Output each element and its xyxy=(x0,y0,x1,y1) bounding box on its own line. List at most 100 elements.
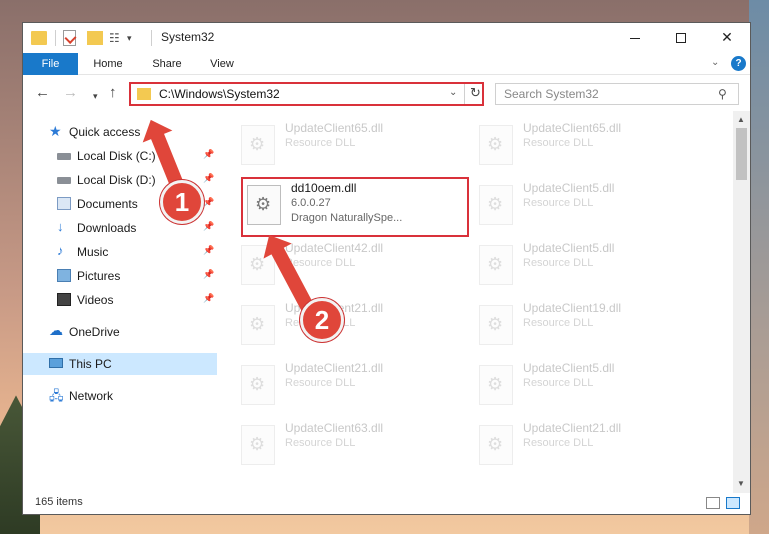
sidebar-item-label: This PC xyxy=(69,357,112,371)
dll-file-icon xyxy=(247,185,281,225)
drive-icon xyxy=(57,177,71,184)
recent-locations-icon[interactable]: ▾ xyxy=(93,87,98,105)
maximize-button[interactable] xyxy=(658,23,704,51)
chevron-down-icon[interactable]: ▾ xyxy=(127,30,132,48)
pin-icon[interactable]: 📌 xyxy=(203,245,214,256)
sidebar-item-label: Downloads xyxy=(77,221,137,235)
pin-icon[interactable]: 📌 xyxy=(203,221,214,232)
drive-icon xyxy=(57,153,71,160)
network-icon: 🖧 xyxy=(49,388,64,403)
forward-arrow-icon[interactable]: → xyxy=(63,84,78,102)
file-name: UpdateClient65.dll xyxy=(285,121,384,135)
scroll-up-icon[interactable]: ▲ xyxy=(737,115,745,124)
onedrive-icon: ☁ xyxy=(49,322,63,338)
help-icon[interactable]: ? xyxy=(731,56,746,71)
file-description: Dragon NaturallySpe... xyxy=(291,212,403,224)
sidebar-item-label: Music xyxy=(77,245,109,259)
sidebar-item-videos[interactable]: Videos 📌 xyxy=(23,289,217,311)
toolbar-separator xyxy=(151,30,152,46)
pin-icon[interactable]: 📌 xyxy=(203,269,214,280)
file-name: UpdateClient5.dll xyxy=(523,241,615,255)
search-box[interactable]: Search System32 ⚲ xyxy=(495,83,739,105)
file-name: UpdateClient21.dll xyxy=(285,361,384,375)
file-item[interactable]: UpdateClient65.dll Resource DLL xyxy=(237,119,467,173)
file-version: 6.0.0.27 xyxy=(291,197,331,209)
file-explorer-window: ☷ ▾ System32 ✕ File Home Share View ⌄ ? … xyxy=(22,22,751,515)
dll-file-icon xyxy=(479,125,513,165)
close-icon: ✕ xyxy=(721,29,733,45)
annotation-step-2: 2 xyxy=(300,298,344,342)
sidebar-item-label: Videos xyxy=(77,293,114,307)
title-bar: ☷ ▾ System32 ✕ xyxy=(23,23,750,53)
ribbon-tabs: File Home Share View ⌄ ? xyxy=(23,53,750,75)
scroll-thumb[interactable] xyxy=(736,128,747,180)
file-type: Resource DLL xyxy=(285,437,356,449)
dll-file-icon xyxy=(479,245,513,285)
sidebar-item-quick-access[interactable]: ★ Quick access xyxy=(23,121,217,143)
file-list: UpdateClient65.dll Resource DLL dd10oem.… xyxy=(217,111,733,493)
file-item[interactable]: UpdateClient21.dll Resource DLL xyxy=(475,419,705,473)
pin-icon[interactable]: 📌 xyxy=(203,149,214,160)
file-item[interactable]: UpdateClient5.dll Resource DLL xyxy=(475,239,705,293)
minimize-button[interactable] xyxy=(612,23,658,51)
file-item[interactable]: UpdateClient21.dll Resource DLL xyxy=(237,359,467,413)
file-name: UpdateClient65.dll xyxy=(523,121,622,135)
maximize-icon xyxy=(676,33,686,44)
file-type: Resource DLL xyxy=(285,137,356,149)
vertical-scrollbar[interactable]: ▲ ▼ xyxy=(733,111,750,493)
new-folder-icon[interactable] xyxy=(87,31,103,45)
file-name: UpdateClient19.dll xyxy=(523,301,622,315)
up-arrow-icon[interactable]: ↑ xyxy=(109,84,117,102)
status-bar: 165 items xyxy=(23,493,750,514)
sidebar-item-this-pc[interactable]: This PC xyxy=(23,353,217,375)
dll-file-icon xyxy=(479,365,513,405)
file-item[interactable]: UpdateClient65.dll Resource DLL xyxy=(475,119,705,173)
pin-icon[interactable]: 📌 xyxy=(203,197,214,208)
scroll-down-icon[interactable]: ▼ xyxy=(737,479,745,488)
dll-file-icon xyxy=(241,425,275,465)
download-icon: ↓ xyxy=(57,219,64,234)
large-icons-view-icon[interactable] xyxy=(726,497,740,509)
search-input[interactable]: Search System32 xyxy=(504,87,599,101)
file-type: Resource DLL xyxy=(523,437,594,449)
sidebar-item-onedrive[interactable]: ☁ OneDrive xyxy=(23,321,217,343)
sidebar-item-label: Local Disk (C:) xyxy=(77,149,156,163)
file-item[interactable]: UpdateClient5.dll Resource DLL xyxy=(475,359,705,413)
sidebar-item-pictures[interactable]: Pictures 📌 xyxy=(23,265,217,287)
background-edge xyxy=(749,0,769,534)
tab-file[interactable]: File xyxy=(23,53,78,75)
file-item-dd10oem[interactable]: dd10oem.dll 6.0.0.27 Dragon NaturallySpe… xyxy=(241,177,469,237)
tab-home[interactable]: Home xyxy=(83,53,133,75)
address-bar[interactable]: C:\Windows\System32 ⌄ ↻ xyxy=(129,82,484,106)
view-options-icon[interactable]: ☷ xyxy=(109,31,123,45)
address-dropdown-icon[interactable]: ⌄ xyxy=(449,87,457,98)
file-item[interactable]: UpdateClient5.dll Resource DLL xyxy=(475,179,705,233)
file-item[interactable]: UpdateClient19.dll Resource DLL xyxy=(475,299,705,353)
dll-file-icon xyxy=(241,305,275,345)
sidebar-item-label: Local Disk (D:) xyxy=(77,173,156,187)
details-view-icon[interactable] xyxy=(706,497,720,509)
file-item[interactable]: UpdateClient21.dll Resource DLL xyxy=(237,299,467,353)
address-path[interactable]: C:\Windows\System32 xyxy=(159,87,280,101)
sidebar-item-music[interactable]: ♪ Music 📌 xyxy=(23,241,217,263)
file-item[interactable]: UpdateClient63.dll Resource DLL xyxy=(237,419,467,473)
sidebar-item-label: Network xyxy=(69,389,114,403)
expand-ribbon-icon[interactable]: ⌄ xyxy=(711,57,719,68)
folder-icon xyxy=(31,31,47,45)
sidebar-item-label: OneDrive xyxy=(69,325,120,339)
tab-view[interactable]: View xyxy=(199,53,245,75)
sidebar-item-network[interactable]: 🖧 Network xyxy=(23,385,217,407)
address-separator xyxy=(464,84,465,104)
star-icon: ★ xyxy=(49,123,62,139)
sidebar-item-local-disk-c[interactable]: Local Disk (C:) 📌 xyxy=(23,145,217,167)
pin-icon[interactable]: 📌 xyxy=(203,173,214,184)
back-arrow-icon[interactable]: ← xyxy=(35,84,50,102)
close-button[interactable]: ✕ xyxy=(704,23,750,51)
properties-icon[interactable] xyxy=(63,30,76,46)
pin-icon[interactable]: 📌 xyxy=(203,293,214,304)
refresh-icon[interactable]: ↻ xyxy=(470,85,481,101)
sidebar-item-label: Quick access xyxy=(69,125,141,139)
file-type: Resource DLL xyxy=(523,317,594,329)
file-name: UpdateClient21.dll xyxy=(523,421,622,435)
tab-share[interactable]: Share xyxy=(141,53,193,75)
